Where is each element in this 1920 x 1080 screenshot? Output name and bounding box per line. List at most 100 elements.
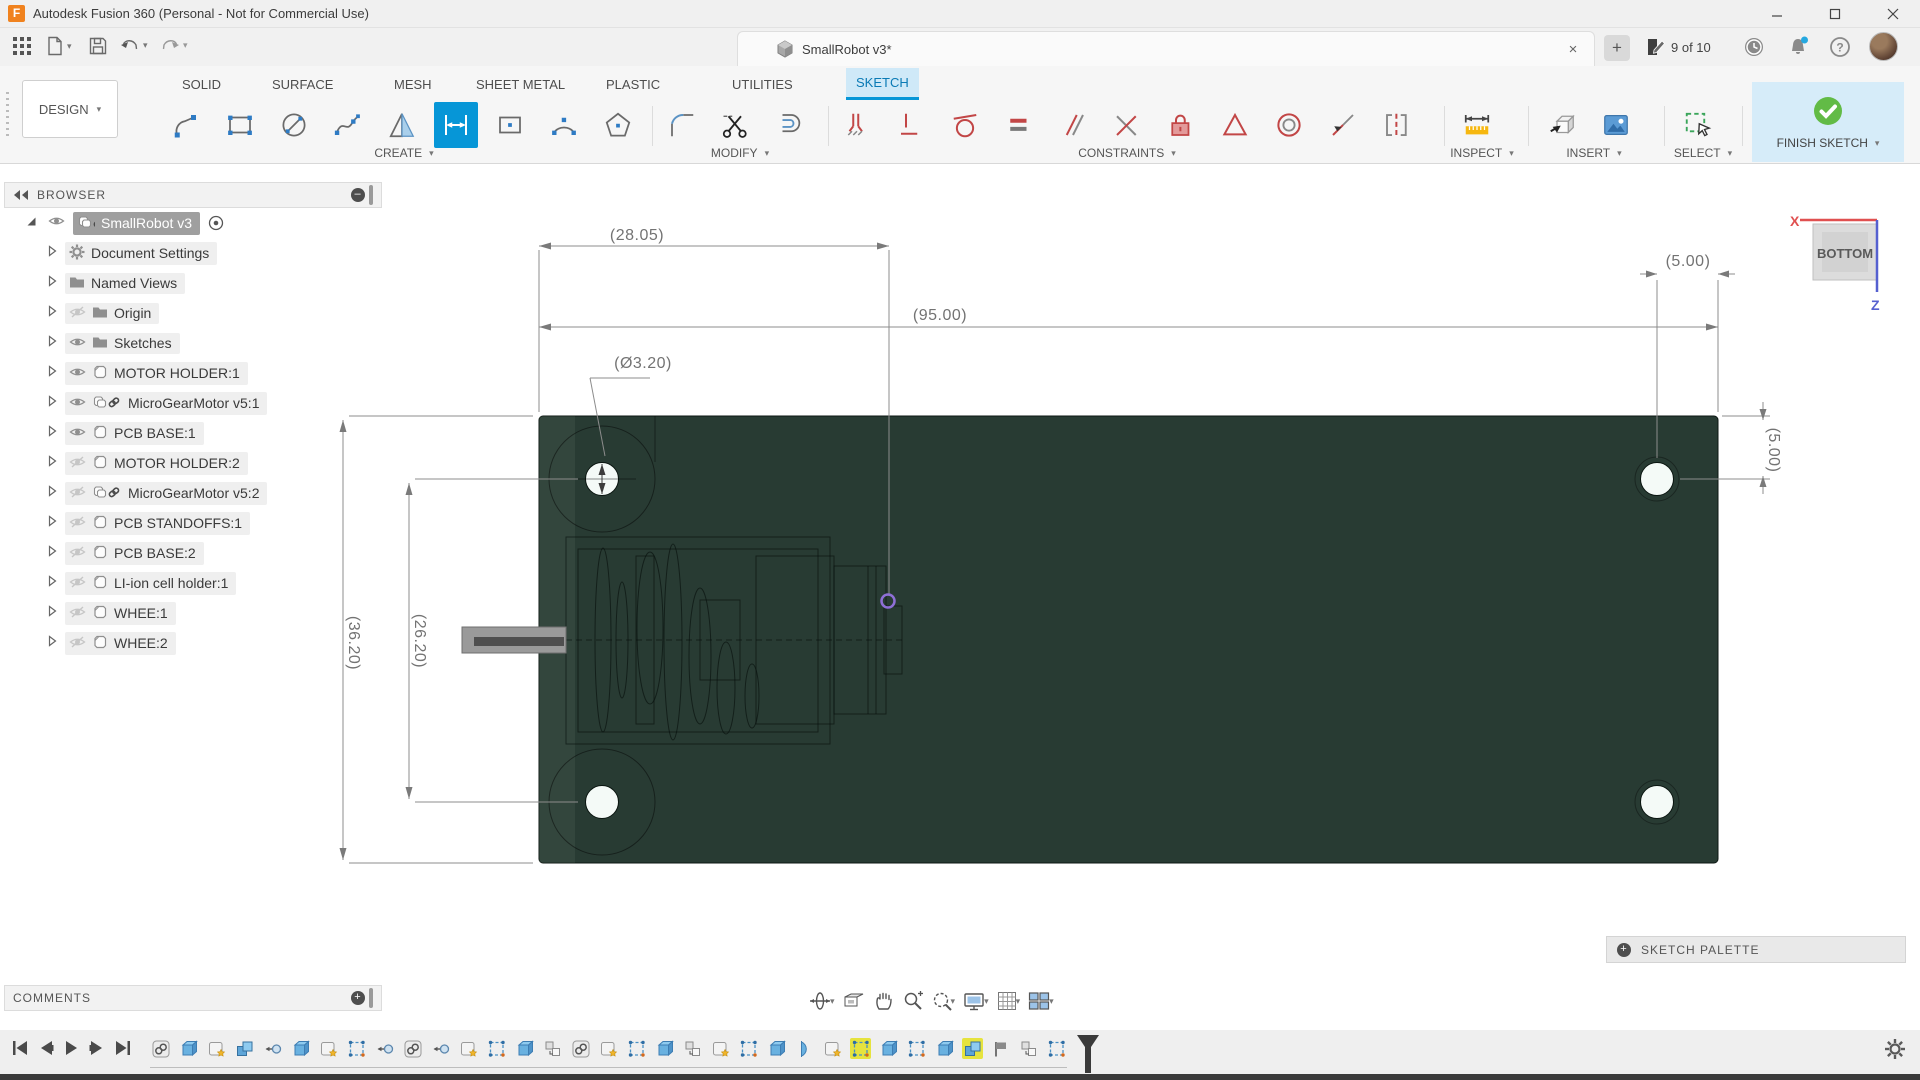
visibility-eye-icon[interactable] [69, 575, 86, 592]
browser-scrollbar[interactable] [369, 185, 373, 205]
tool-mirror[interactable] [380, 102, 424, 148]
comments-expand-icon[interactable]: + [351, 991, 365, 1005]
group-label-select[interactable]: SELECT ▾ [1674, 146, 1732, 160]
timeline-feature-extrude[interactable] [766, 1038, 787, 1059]
expand-icon[interactable] [45, 604, 59, 623]
comments-scrollbar[interactable] [369, 988, 373, 1008]
expand-icon[interactable] [45, 334, 59, 353]
timeline-feature-extrude[interactable] [290, 1038, 311, 1059]
browser-item-microgearmotor-v5-2[interactable]: MicroGearMotor v5:2 [4, 478, 382, 508]
play-icon[interactable] [64, 1040, 79, 1061]
ribbon-tab-sheet-metal[interactable]: SHEET METAL [466, 68, 575, 100]
step-back-icon[interactable] [39, 1040, 54, 1061]
tool-circle[interactable] [272, 102, 316, 148]
mount-holes[interactable] [585, 462, 1674, 819]
tool-perpendicular[interactable] [1105, 102, 1149, 148]
notifications-bell-icon[interactable] [1786, 35, 1812, 64]
timeline-feature-snapshot[interactable] [682, 1038, 703, 1059]
tool-offset[interactable] [768, 102, 812, 148]
visibility-eye-icon[interactable] [69, 545, 86, 562]
visibility-eye-icon[interactable] [69, 635, 86, 652]
viewports-icon[interactable]: ▾ [1027, 990, 1054, 1012]
expand-icon[interactable] [45, 274, 59, 293]
timeline-feature-sketch[interactable] [486, 1038, 507, 1059]
tool-vertical-horizontal[interactable] [889, 102, 933, 148]
tool-insert-mesh[interactable] [1540, 102, 1584, 148]
timeline-feature-sketch[interactable] [738, 1038, 759, 1059]
visibility-eye-icon[interactable] [69, 485, 86, 502]
app-grid-icon[interactable] [12, 36, 32, 56]
tool-measure[interactable] [1455, 102, 1499, 148]
zoom-icon[interactable] [902, 990, 924, 1012]
expand-icon[interactable] [45, 364, 59, 383]
tool-polygon[interactable] [596, 102, 640, 148]
help-icon[interactable]: ? [1828, 35, 1852, 64]
timeline-feature-joint[interactable] [374, 1038, 395, 1059]
browser-item-microgearmotor-v5-1[interactable]: MicroGearMotor v5:1 [4, 388, 382, 418]
ribbon-tab-solid[interactable]: SOLID [172, 68, 231, 100]
orbit-icon[interactable]: ▾ [808, 990, 835, 1012]
visibility-eye-icon[interactable] [69, 335, 86, 352]
browser-item-motor-holder-1[interactable]: MOTOR HOLDER:1 [4, 358, 382, 388]
timeline-feature-extrude[interactable] [178, 1038, 199, 1059]
visibility-eye-icon[interactable] [69, 365, 86, 382]
visibility-eye-icon[interactable] [48, 214, 65, 233]
visibility-eye-icon[interactable] [69, 455, 86, 472]
timeline-feature-sketch[interactable] [1046, 1038, 1067, 1059]
group-label-constraints[interactable]: CONSTRAINTS ▾ [1078, 146, 1176, 160]
tool-arc[interactable] [542, 102, 586, 148]
timeline-feature-extrude[interactable] [514, 1038, 535, 1059]
file-menu-icon[interactable]: ▾ [46, 36, 72, 56]
browser-item-li-ion-cell-holder-1[interactable]: LI-ion cell holder:1 [4, 568, 382, 598]
tool-fillet[interactable] [660, 102, 704, 148]
timeline-feature-link[interactable] [570, 1038, 591, 1059]
expand-icon[interactable] [45, 484, 59, 503]
close-button[interactable] [1870, 0, 1916, 28]
timeline-feature-component[interactable] [710, 1038, 731, 1059]
comments-header[interactable]: COMMENTS + [4, 985, 382, 1011]
timeline-feature-extrude[interactable] [654, 1038, 675, 1059]
save-icon[interactable] [88, 36, 108, 56]
browser-item-origin[interactable]: Origin [4, 298, 382, 328]
skip-end-icon[interactable] [114, 1040, 131, 1061]
group-label-insert[interactable]: INSERT ▾ [1566, 146, 1621, 160]
browser-item-whee-1[interactable]: WHEE:1 [4, 598, 382, 628]
timeline-feature-component[interactable] [318, 1038, 339, 1059]
tool-parallel[interactable] [1051, 102, 1095, 148]
timeline-feature-sketch[interactable] [346, 1038, 367, 1059]
expand-icon[interactable] [45, 424, 59, 443]
timeline-feature-component[interactable] [598, 1038, 619, 1059]
minimize-button[interactable] [1754, 0, 1800, 28]
pan-icon[interactable] [873, 990, 895, 1012]
timeline-feature-joint[interactable] [430, 1038, 451, 1059]
timeline-feature-component[interactable] [458, 1038, 479, 1059]
dimension-labels[interactable]: (28.05) (95.00) (5.00) (Ø3.20) (36.20) (… [345, 227, 1782, 670]
ribbon-tab-sketch[interactable]: SKETCH [846, 68, 919, 100]
ribbon-tab-mesh[interactable]: MESH [384, 68, 442, 100]
timeline-settings-gear-icon[interactable] [1884, 1038, 1906, 1065]
visibility-eye-icon[interactable] [69, 515, 86, 532]
workspace-selector[interactable]: DESIGN ▾ [22, 80, 118, 138]
visibility-eye-icon[interactable] [69, 425, 86, 442]
grid-settings-icon[interactable]: ▾ [996, 990, 1020, 1012]
redo-icon[interactable]: ▾ [160, 36, 188, 54]
tool-trim[interactable] [714, 102, 758, 148]
expand-icon[interactable] [45, 454, 59, 473]
timeline-feature-combine[interactable] [234, 1038, 255, 1059]
fit-icon[interactable]: ▾ [931, 990, 955, 1012]
visibility-eye-icon[interactable] [69, 395, 86, 412]
tool-spline[interactable] [326, 102, 370, 148]
maximize-button[interactable] [1812, 0, 1858, 28]
timeline-feature-extrude[interactable] [878, 1038, 899, 1059]
ribbon-tab-plastic[interactable]: PLASTIC [596, 68, 670, 100]
tool-image[interactable] [1594, 102, 1638, 148]
tool-line[interactable] [164, 102, 208, 148]
group-label-modify[interactable]: MODIFY ▾ [711, 146, 769, 160]
activate-component-icon[interactable] [208, 215, 224, 231]
expand-icon[interactable] [45, 244, 59, 263]
group-label-create[interactable]: CREATE ▾ [374, 146, 433, 160]
look-at-icon[interactable] [842, 990, 866, 1012]
expand-icon[interactable] [45, 394, 59, 413]
collapse-panel-icon[interactable] [13, 189, 29, 201]
browser-item-document-settings[interactable]: Document Settings [4, 238, 382, 268]
